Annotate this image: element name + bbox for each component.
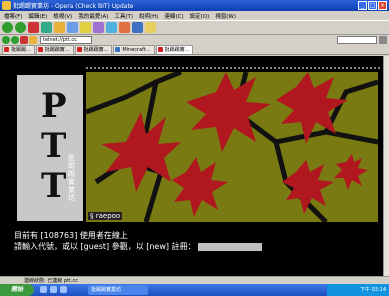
menu-item-view[interactable]: 檢視(V): [53, 12, 72, 20]
stop-icon[interactable]: [28, 22, 39, 33]
login-prompt-text: 請輸入代號，或以 [guest] 參觀，以 [new] 註冊：: [14, 242, 196, 251]
ptt-favicon-icon: [76, 47, 82, 52]
menu-item-connect[interactable]: 連線(C): [164, 12, 183, 20]
menu-bar: 檔案(F) 編輯(E) 檢視(V) 我的最愛(A) 工具(T) 說明(H) 連線…: [0, 11, 389, 20]
online-users-text: 目前有 [108763] 使用者在線上: [14, 231, 128, 240]
search-icon[interactable]: [67, 22, 78, 33]
menu-item-tools[interactable]: 工具(T): [114, 12, 133, 20]
app-icon: [2, 1, 11, 10]
maximize-button[interactable]: □: [368, 1, 377, 10]
search-field[interactable]: [337, 36, 377, 44]
print-icon[interactable]: [119, 22, 130, 33]
start-button[interactable]: 開始: [0, 284, 34, 296]
quicklaunch-media-icon[interactable]: [60, 286, 67, 293]
tab-label: 批踢踢實...: [44, 47, 70, 53]
home-small-icon[interactable]: [29, 36, 37, 44]
logo-letter-t1: T: [41, 126, 67, 166]
home-icon[interactable]: [54, 22, 65, 33]
minimize-button[interactable]: _: [358, 1, 367, 10]
tab-bar: 批踢踢... 批踢踢實... 批踢踢實... Minecraft... 批踢踢實…: [0, 45, 389, 55]
menu-item-file[interactable]: 檔案(F): [4, 12, 22, 20]
minecraft-favicon-icon: [115, 47, 121, 52]
quicklaunch-desktop-icon[interactable]: [50, 286, 57, 293]
tab-label: 批踢踢...: [11, 47, 31, 53]
logo-letter-p: P: [41, 86, 67, 126]
status-bar: 連線狀態: 已連線 ptt.cc: [0, 276, 389, 284]
maple-leaf-artwork: [86, 72, 378, 222]
tab-5-active[interactable]: 批踢踢實...: [155, 45, 194, 54]
menu-item-window[interactable]: 視窗(W): [215, 12, 236, 20]
site-name-vertical: 批踢踢實業坊: [68, 154, 75, 202]
quicklaunch-ie-icon[interactable]: [40, 286, 47, 293]
login-input-field[interactable]: [198, 242, 263, 251]
toolbar: [0, 20, 389, 35]
address-input[interactable]: telnet://ptt.cc: [40, 36, 92, 44]
art-author-label: § raepoo: [88, 212, 123, 220]
forward-icon[interactable]: [15, 22, 26, 33]
back-icon[interactable]: [2, 22, 13, 33]
go-forward-icon[interactable]: [11, 36, 19, 44]
refresh-icon[interactable]: [41, 22, 52, 33]
tab-2[interactable]: 批踢踢實...: [35, 45, 74, 54]
telnet-terminal[interactable]: P T T 批踢踢實業坊 § raepoo 目前有 [108763] 使用者在線…: [0, 56, 383, 282]
dropdown-icon[interactable]: [379, 36, 387, 44]
stop-small-icon[interactable]: [20, 36, 28, 44]
connect-icon[interactable]: [132, 22, 143, 33]
login-prompt-line: 請輸入代號，或以 [guest] 參觀，以 [new] 註冊：: [14, 241, 263, 252]
taskbar: 開始 批踢踢實業坊 下午 03:14: [0, 284, 389, 296]
tab-label: Minecraft...: [122, 47, 151, 53]
window-titlebar: 批踢踢實業坊 - Opera (Check BIT) Update _ □ ×: [0, 0, 389, 11]
favorites-icon[interactable]: [80, 22, 91, 33]
tab-label: 批踢踢實...: [83, 47, 109, 53]
tab-3[interactable]: 批踢踢實...: [74, 45, 113, 54]
maple-leaf-svg: [86, 72, 378, 222]
ptt-favicon-icon: [37, 47, 43, 52]
tab-4[interactable]: Minecraft...: [113, 45, 155, 54]
menu-item-favorites[interactable]: 我的最愛(A): [78, 12, 108, 20]
menu-item-settings[interactable]: 設定(O): [190, 12, 210, 20]
close-button[interactable]: ×: [378, 1, 387, 10]
vertical-scrollbar[interactable]: [383, 56, 389, 282]
go-back-icon[interactable]: [2, 36, 10, 44]
system-tray-clock[interactable]: 下午 03:14: [327, 284, 389, 296]
ptt-favicon-icon: [4, 47, 9, 52]
address-bar: telnet://ptt.cc: [0, 35, 389, 45]
tab-label: 批踢踢實...: [164, 47, 190, 53]
menu-item-help[interactable]: 說明(H): [139, 12, 158, 20]
taskbar-window-item[interactable]: 批踢踢實業坊: [88, 285, 148, 295]
tab-1[interactable]: 批踢踢...: [2, 45, 35, 54]
menu-item-edit[interactable]: 編輯(E): [28, 12, 47, 20]
history-icon[interactable]: [93, 22, 104, 33]
ptt-favicon-icon: [157, 47, 163, 52]
logo-letter-t2: T: [41, 166, 67, 206]
settings-icon[interactable]: [145, 22, 156, 33]
window-title: 批踢踢實業坊 - Opera (Check BIT) Update: [13, 3, 134, 10]
mail-icon[interactable]: [106, 22, 117, 33]
